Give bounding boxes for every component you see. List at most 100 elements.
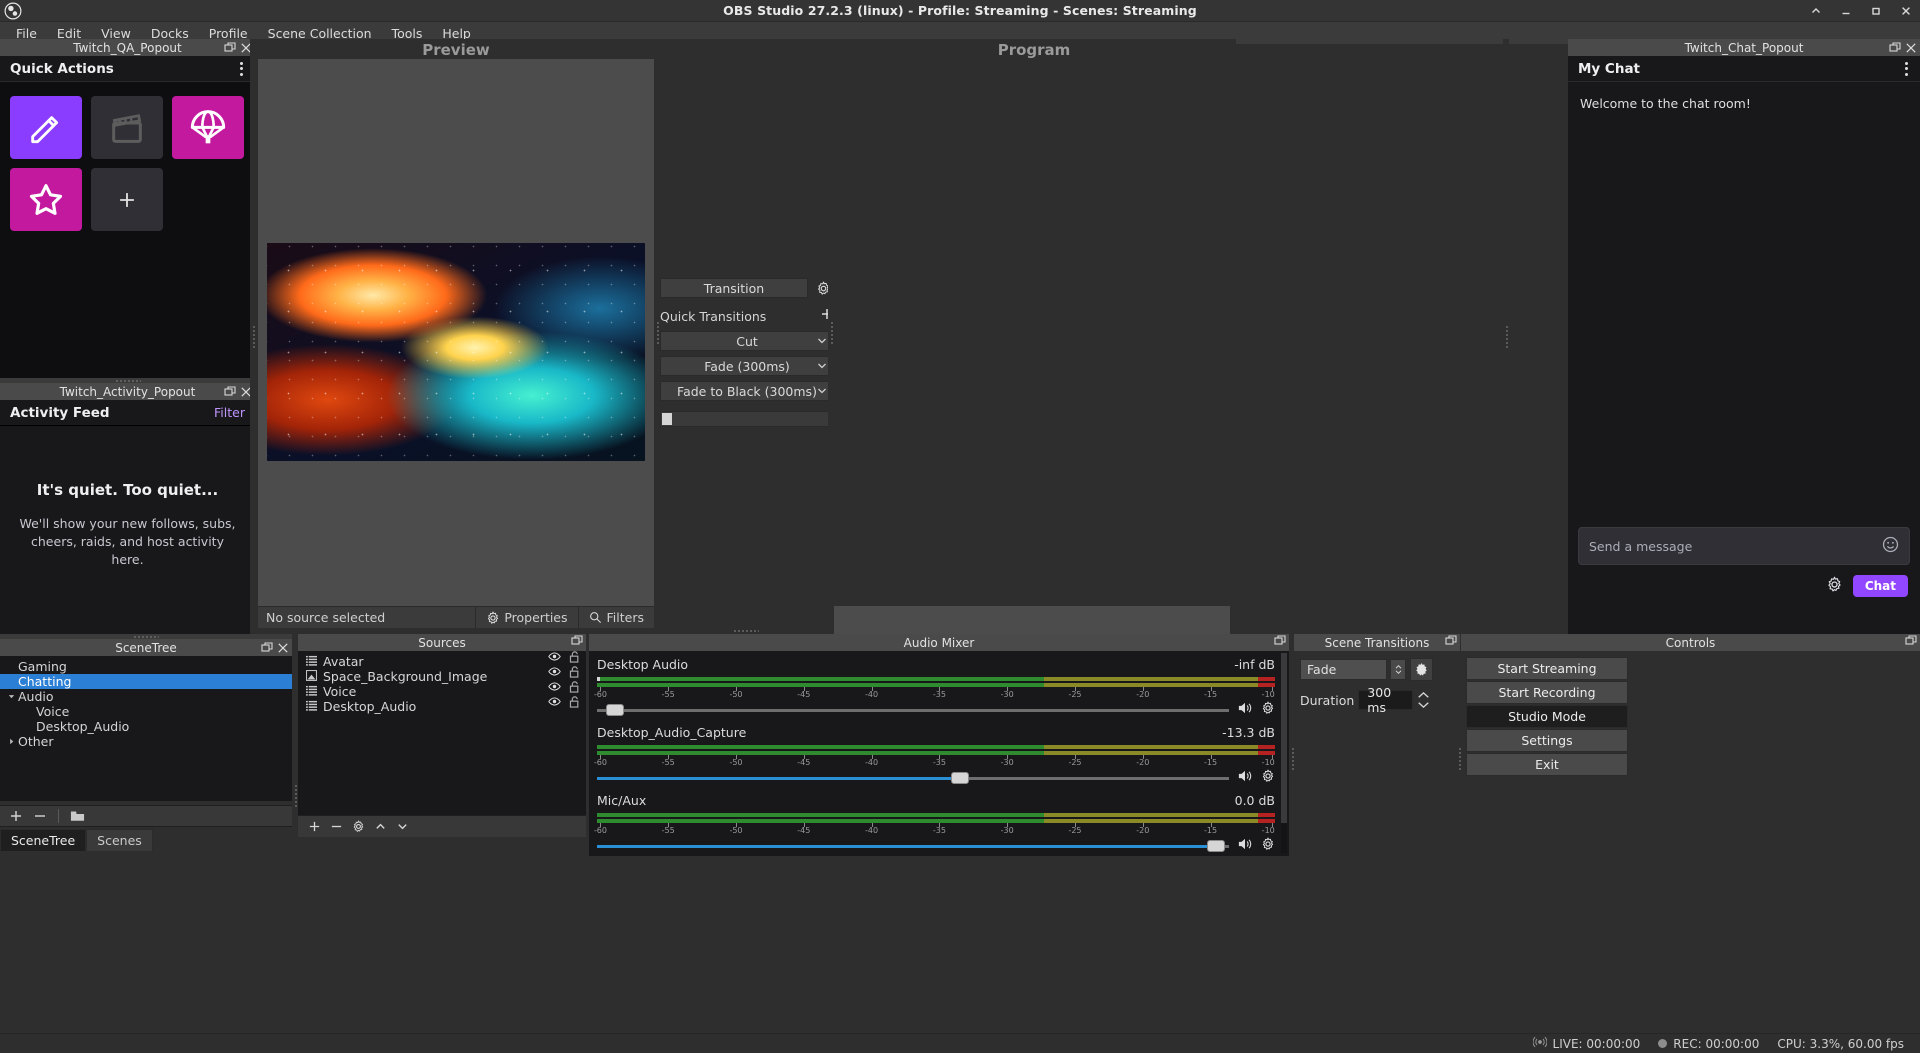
quick-transition-cut[interactable]: Cut	[660, 331, 834, 351]
speaker-icon[interactable]	[1237, 769, 1253, 787]
undock-icon[interactable]	[1274, 635, 1286, 650]
rollup-icon[interactable]	[1808, 3, 1824, 19]
quick-action-raid-tile[interactable]	[172, 96, 244, 159]
lock-open-icon[interactable]	[569, 681, 580, 697]
speaker-icon[interactable]	[1237, 701, 1253, 719]
eye-icon[interactable]	[548, 666, 561, 681]
scenetree-list[interactable]: Gaming Chatting Audio Voice Desktop_Audi…	[0, 656, 292, 801]
scenetree-item-voice[interactable]: Voice	[0, 704, 292, 719]
tab-scenes[interactable]: Scenes	[86, 829, 153, 851]
sources-splitter-grip[interactable]	[292, 781, 298, 811]
preview-canvas[interactable]	[258, 59, 654, 606]
eye-icon[interactable]	[548, 696, 561, 711]
mixer-volume-slider[interactable]	[597, 704, 1229, 716]
chat-send-button[interactable]: Chat	[1853, 575, 1908, 597]
source-item-voice[interactable]: Voice	[298, 684, 586, 699]
duration-input[interactable]: 300 ms	[1358, 690, 1413, 710]
chat-settings-gear-icon[interactable]	[1826, 576, 1843, 597]
undock-icon[interactable]	[1889, 42, 1901, 54]
program-splitter-grip[interactable]	[828, 59, 834, 606]
undock-icon[interactable]	[571, 635, 583, 650]
settings-button[interactable]: Settings	[1466, 729, 1628, 752]
filters-icon	[589, 611, 603, 625]
source-item-avatar[interactable]: Avatar	[298, 654, 586, 669]
quick-action-clip-tile[interactable]	[91, 96, 163, 159]
minimize-icon[interactable]	[1838, 3, 1854, 19]
quick-transition-fade-to-black[interactable]: Fade to Black (300ms)	[660, 381, 834, 401]
scenetree-group-other[interactable]: Other	[0, 734, 292, 749]
start-streaming-button[interactable]: Start Streaming	[1466, 657, 1628, 680]
left-splitter-grip[interactable]	[250, 39, 256, 634]
dock-close-icon[interactable]	[277, 642, 289, 654]
filters-button[interactable]: Filters	[578, 607, 654, 629]
tab-scenetree[interactable]: SceneTree	[0, 829, 86, 851]
quick-transition-fade[interactable]: Fade (300ms)	[660, 356, 834, 376]
duration-stepper[interactable]	[1417, 689, 1431, 711]
add-scene-button[interactable]	[6, 807, 26, 825]
transitions-splitter-grip[interactable]	[1289, 744, 1295, 774]
t-bar-handle[interactable]	[662, 413, 672, 425]
source-properties-button[interactable]	[348, 818, 368, 836]
source-toolbar: No source selected Properties Filters	[258, 606, 654, 628]
scenetree-group-audio[interactable]: Audio	[0, 689, 292, 704]
mixer-scrollbar[interactable]	[1281, 653, 1287, 853]
mixer-volume-slider[interactable]	[597, 840, 1229, 852]
activity-feed-filter-link[interactable]: Filter	[214, 405, 245, 420]
chevron-down-icon[interactable]	[4, 692, 18, 701]
kebab-menu-icon[interactable]	[236, 59, 247, 79]
preview-splitter-grip[interactable]	[654, 59, 660, 606]
scenetree-item-desktop-audio[interactable]: Desktop_Audio	[0, 719, 292, 734]
lock-open-icon[interactable]	[569, 696, 580, 712]
close-icon[interactable]	[1898, 3, 1914, 19]
quick-action-edit-tile[interactable]	[10, 96, 82, 159]
transition-select-spinner[interactable]	[1391, 659, 1406, 680]
undock-icon[interactable]	[1905, 635, 1917, 650]
remove-source-button[interactable]	[326, 818, 346, 836]
smiley-icon[interactable]	[1882, 536, 1899, 557]
mixer-settings-gear-icon[interactable]	[1261, 837, 1275, 855]
kebab-menu-icon[interactable]	[1901, 59, 1912, 79]
undock-icon[interactable]	[1445, 635, 1457, 650]
scenetree-item-chatting[interactable]: Chatting	[0, 674, 292, 689]
chat-input[interactable]: Send a message	[1578, 527, 1910, 565]
transition-properties-button[interactable]	[1410, 658, 1433, 681]
undock-icon[interactable]	[224, 42, 236, 54]
eye-icon[interactable]	[548, 681, 561, 696]
dock-close-icon[interactable]	[1905, 42, 1917, 54]
studio-mode-button[interactable]: Studio Mode	[1466, 705, 1628, 728]
add-source-button[interactable]	[304, 818, 324, 836]
horizontal-splitter-grip[interactable]	[256, 627, 1236, 633]
transition-select[interactable]: Fade	[1300, 659, 1387, 680]
move-source-up-button[interactable]	[370, 818, 390, 836]
properties-button[interactable]: Properties	[475, 607, 577, 629]
quick-action-star-tile[interactable]	[10, 168, 82, 231]
right-splitter-grip[interactable]	[1503, 39, 1509, 634]
t-bar-slider[interactable]	[660, 411, 834, 427]
remove-scene-button[interactable]	[30, 807, 50, 825]
folder-icon[interactable]	[67, 807, 87, 825]
speaker-icon[interactable]	[1237, 837, 1253, 855]
chevron-right-icon[interactable]	[4, 737, 18, 746]
undock-icon[interactable]	[261, 642, 273, 654]
eye-icon[interactable]	[548, 651, 561, 666]
source-item-desktop-audio[interactable]: Desktop_Audio	[298, 699, 586, 714]
mixer-volume-handle[interactable]	[606, 704, 624, 716]
lock-open-icon[interactable]	[569, 651, 580, 667]
maximize-icon[interactable]	[1868, 3, 1884, 19]
sources-list[interactable]: Avatar Space_Background_Image Voice Desk…	[298, 651, 586, 815]
transition-button[interactable]: Transition	[660, 278, 808, 298]
lock-open-icon[interactable]	[569, 666, 580, 682]
controls-splitter-grip[interactable]	[1456, 744, 1462, 774]
mixer-volume-slider[interactable]	[597, 772, 1229, 784]
mixer-settings-gear-icon[interactable]	[1261, 769, 1275, 787]
source-item-space-background-image[interactable]: Space_Background_Image	[298, 669, 586, 684]
mixer-settings-gear-icon[interactable]	[1261, 701, 1275, 719]
move-source-down-button[interactable]	[392, 818, 412, 836]
mixer-volume-handle[interactable]	[951, 772, 969, 784]
scenetree-item-gaming[interactable]: Gaming	[0, 659, 292, 674]
undock-icon[interactable]	[224, 386, 236, 398]
start-recording-button[interactable]: Start Recording	[1466, 681, 1628, 704]
mixer-volume-handle[interactable]	[1207, 840, 1225, 852]
exit-button[interactable]: Exit	[1466, 753, 1628, 776]
quick-action-add-tile[interactable]	[91, 168, 163, 231]
